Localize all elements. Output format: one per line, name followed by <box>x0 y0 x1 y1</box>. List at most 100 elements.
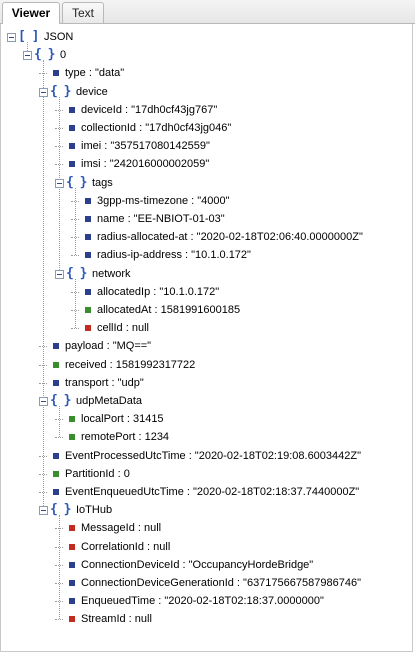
tree-node-label: MessageId : null <box>81 522 162 535</box>
tree-connector <box>71 237 79 239</box>
string-value-icon <box>53 70 59 77</box>
tree-connector <box>43 60 44 511</box>
tab-viewer[interactable]: Viewer <box>2 2 60 24</box>
tree-node-label: ConnectionDeviceGenerationId : "63717566… <box>81 577 361 589</box>
tree-connector <box>39 364 47 366</box>
tree-node-label: payload : "MQ==" <box>65 340 152 353</box>
tree-connector <box>55 128 63 129</box>
tree-connector <box>39 346 47 348</box>
tree-node-label: device <box>76 85 108 98</box>
array-bracket-icon: [ ] <box>18 29 40 44</box>
json-viewer-panel: [ ] JSON { } 0 type : "data" { } device deviceI… <box>0 24 413 652</box>
tree-connector <box>75 187 76 256</box>
tab-bar: Viewer Text <box>0 0 415 24</box>
tree-connector <box>71 328 79 330</box>
tree-node-label: ConnectionDeviceId : "OccupancyHordeBrid… <box>81 558 314 571</box>
tree-connector <box>55 164 63 166</box>
tree-connector <box>55 419 63 421</box>
tree-connector <box>55 546 63 548</box>
tree-node-label: radius-ip-address : "10.1.0.172" <box>97 249 251 262</box>
tree-connector <box>39 73 47 75</box>
collapse-toggle-icon[interactable] <box>39 397 48 406</box>
tree-connector <box>55 601 63 603</box>
string-value-icon <box>69 161 75 168</box>
string-value-icon <box>53 452 59 459</box>
tree-node-label: radius-allocated-at : "2020-02-18T02:06:… <box>97 231 363 244</box>
tree-node-label: tags <box>92 176 113 189</box>
tree-node-label: name : "EE-NBIOT-01-03" <box>97 213 225 225</box>
tree-node-label: localPort : 31415 <box>81 413 164 426</box>
string-value-icon <box>85 288 91 295</box>
tree-connector <box>55 437 63 439</box>
tree-connector <box>39 473 47 475</box>
string-value-icon <box>53 489 59 495</box>
string-value-icon <box>85 234 91 241</box>
tree-node-label: allocatedAt : 1581991600185 <box>97 304 241 316</box>
string-value-icon <box>85 197 91 204</box>
tree-node-label: network <box>92 267 131 280</box>
tree-connector <box>55 564 63 566</box>
string-value-icon <box>69 598 75 605</box>
tree-connector <box>71 200 79 202</box>
number-value-icon <box>85 307 91 313</box>
object-brace-icon: { } <box>34 47 56 63</box>
string-value-icon <box>69 580 75 586</box>
collapse-toggle-icon[interactable] <box>55 178 64 188</box>
collapse-toggle-icon[interactable] <box>23 51 32 61</box>
tree-node-label: udpMetaData <box>76 395 143 407</box>
tree-connector <box>39 492 47 493</box>
tree-node-label: remotePort : 1234 <box>81 431 170 444</box>
tree-node-label: cellId : null <box>97 322 149 335</box>
tree-connector <box>71 291 79 293</box>
tree-connector <box>59 515 60 620</box>
null-value-icon <box>69 616 75 623</box>
tree-node-label: EventEnqueuedUtcTime : "2020-02-18T02:18… <box>65 486 360 498</box>
string-value-icon <box>53 379 59 386</box>
number-value-icon <box>53 361 59 368</box>
tree-node-label: IoTHub <box>76 504 113 517</box>
tree-node-label: allocatedIp : "10.1.0.172" <box>97 285 220 298</box>
tree-node-label: StreamId : null <box>81 613 152 626</box>
tree-connector <box>71 255 79 257</box>
tree-node-label: imsi : "242016000002059" <box>81 158 210 171</box>
tree-connector <box>39 455 47 457</box>
tab-text[interactable]: Text <box>62 2 104 23</box>
tree-node-label: CorrelationId : null <box>81 540 171 553</box>
tree-node-label: received : 1581992317722 <box>65 358 196 371</box>
string-value-icon <box>85 252 91 259</box>
null-value-icon <box>69 525 75 532</box>
tree-connector <box>75 278 76 329</box>
number-value-icon <box>69 434 75 441</box>
tree-node-label: imei : "357517080142559" <box>81 140 210 153</box>
tree-connector <box>55 146 63 148</box>
tree-node-label: 0 <box>60 49 67 62</box>
tree-node-label: 3gpp-ms-timezone : "4000" <box>97 194 230 207</box>
tree-connector <box>71 219 79 220</box>
object-brace-icon: { } <box>50 393 72 408</box>
tree-connector <box>55 583 63 584</box>
object-brace-icon: { } <box>66 265 88 281</box>
tree-node-label: JSON <box>44 31 74 43</box>
null-value-icon <box>69 543 75 550</box>
object-brace-icon: { } <box>66 174 88 190</box>
object-brace-icon: { } <box>50 502 72 518</box>
number-value-icon <box>53 470 59 477</box>
tree-node-label: collectionId : "17dh0cf43jg046" <box>81 122 232 134</box>
string-value-icon <box>69 143 75 150</box>
collapse-toggle-icon[interactable] <box>7 33 16 42</box>
collapse-toggle-icon[interactable] <box>55 269 64 279</box>
collapse-toggle-icon[interactable] <box>39 506 48 516</box>
tree-connector <box>71 310 79 311</box>
string-value-icon <box>69 125 75 131</box>
string-value-icon <box>53 343 59 350</box>
collapse-toggle-icon[interactable] <box>39 87 48 97</box>
tree-connector <box>55 619 63 621</box>
tree-node-label: transport : "udp" <box>65 376 144 389</box>
tree-node-label: EnqueuedTime : "2020-02-18T02:18:37.0000… <box>81 595 324 608</box>
tree-node-label: type : "data" <box>65 67 125 80</box>
tree-connector <box>59 406 60 438</box>
tree-node-label: PartitionId : 0 <box>65 467 130 480</box>
tree-connector <box>39 382 47 384</box>
null-value-icon <box>85 325 91 332</box>
string-value-icon <box>85 216 91 222</box>
